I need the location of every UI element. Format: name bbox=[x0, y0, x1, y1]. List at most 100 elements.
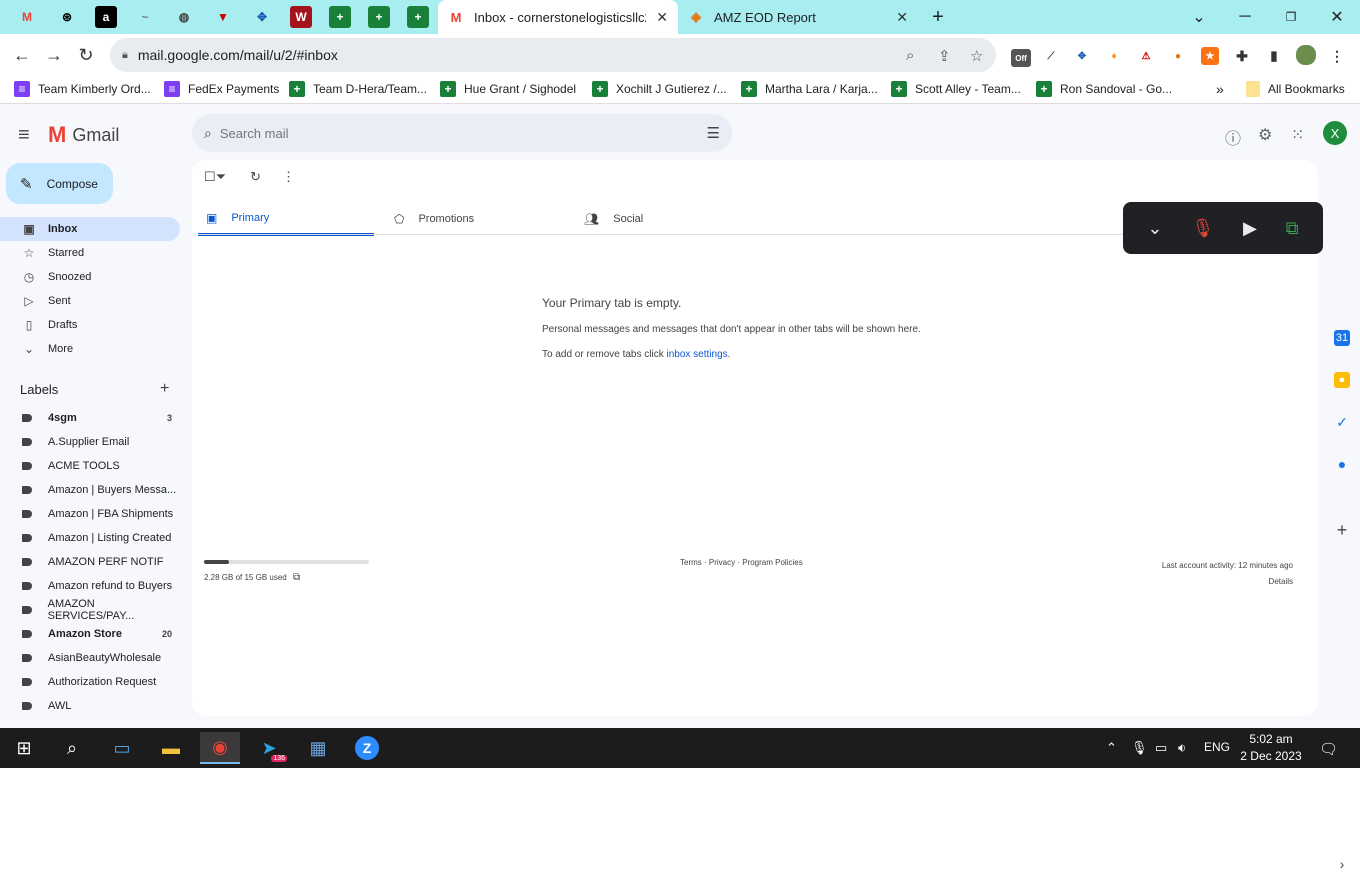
bookmark-item[interactable]: + Xochilt J Gutierez /... bbox=[592, 81, 727, 97]
extension-icon[interactable]: ⟋ bbox=[1042, 47, 1060, 65]
contacts-icon[interactable]: ● bbox=[1334, 456, 1350, 472]
pinned-tab-icon[interactable]: ✥ bbox=[251, 6, 273, 28]
label-item[interactable]: Amazon Store 20 bbox=[0, 622, 180, 646]
sidebar-item-drafts[interactable]: ▯ Drafts bbox=[0, 313, 180, 337]
label-item[interactable]: AWL bbox=[0, 694, 180, 718]
search-options-icon[interactable]: ☰ bbox=[707, 124, 720, 142]
chrome-icon[interactable]: ◉ bbox=[200, 732, 240, 764]
sheets-pinned-tab-icon[interactable]: + bbox=[329, 6, 351, 28]
bookmark-item[interactable]: + Ron Sandoval - Go... bbox=[1036, 81, 1172, 97]
add-label-button[interactable]: + bbox=[160, 380, 169, 398]
all-bookmarks-folder[interactable]: All Bookmarks bbox=[1246, 81, 1345, 97]
compose-button[interactable]: ✎ Compose bbox=[6, 163, 113, 204]
external-link-icon[interactable]: ⧉ bbox=[293, 572, 300, 583]
add-addon-icon[interactable]: + bbox=[1334, 520, 1350, 540]
sidebar-item-sent[interactable]: ▷ Sent bbox=[0, 289, 180, 313]
volume-icon[interactable]: 🔉︎ bbox=[1178, 740, 1186, 756]
label-item[interactable]: Amazon refund to Buyers bbox=[0, 574, 180, 598]
extension-icon[interactable]: ✥ bbox=[1073, 47, 1091, 65]
label-item[interactable]: Amazon | FBA Shipments bbox=[0, 502, 180, 526]
minimize-button[interactable]: ─ bbox=[1230, 6, 1260, 28]
bookmark-item[interactable]: + Hue Grant / Sighodel bbox=[440, 81, 576, 97]
profile-avatar[interactable] bbox=[1296, 45, 1316, 65]
extension-icon[interactable]: ★ bbox=[1201, 47, 1219, 65]
window-close-button[interactable]: ✕ bbox=[1322, 6, 1352, 28]
search-input[interactable] bbox=[219, 125, 680, 141]
sidebar-item-starred[interactable]: ☆ Starred bbox=[0, 241, 180, 265]
zoom-icon[interactable]: ⌕ bbox=[906, 47, 914, 64]
details-link[interactable]: Details bbox=[1162, 574, 1293, 590]
calendar-icon[interactable]: 31 bbox=[1334, 330, 1350, 346]
gmail-logo[interactable]: M Gmail bbox=[48, 122, 119, 148]
apps-grid-icon[interactable]: ⁙ bbox=[1291, 125, 1304, 145]
microphone-icon[interactable]: 🎙︎ bbox=[1131, 740, 1148, 756]
camera-icon[interactable]: ▶ bbox=[1243, 218, 1257, 239]
main-menu-icon[interactable]: ≡ bbox=[18, 124, 30, 147]
label-item[interactable]: A.Supplier Email bbox=[0, 430, 180, 454]
gmail-pinned-tab-icon[interactable]: M bbox=[16, 6, 38, 28]
tab-search-chevron-icon[interactable]: ⌄ bbox=[1184, 6, 1214, 28]
inbox-settings-link[interactable]: inbox settings bbox=[667, 349, 728, 360]
help-icon[interactable]: ⓘ bbox=[1225, 125, 1241, 149]
label-item[interactable]: Amazon | Buyers Messa... bbox=[0, 478, 180, 502]
globe-pinned-tab-icon[interactable]: ◍ bbox=[173, 6, 195, 28]
sidebar-item-inbox[interactable]: ▣ Inbox bbox=[0, 217, 180, 241]
restore-button[interactable]: ❐ bbox=[1276, 6, 1306, 28]
clock[interactable]: 5:02 am 2 Dec 2023 bbox=[1240, 731, 1302, 765]
pinned-tab-icon[interactable]: ▼ bbox=[212, 6, 234, 28]
calculator-icon[interactable]: ▦ bbox=[298, 732, 338, 764]
pinned-tab-icon[interactable]: ~ bbox=[134, 6, 156, 28]
mic-muted-icon[interactable]: 🎙︎ bbox=[1191, 218, 1214, 239]
reload-button[interactable]: ↻ bbox=[73, 42, 99, 68]
label-item[interactable]: Amazon | Listing Created bbox=[0, 526, 180, 550]
more-options-icon[interactable]: ⋮ bbox=[282, 169, 295, 185]
url-field[interactable]: 🔒︎ mail.google.com/mail/u/2/#inbox ⌕ ⇪ ☆ bbox=[110, 38, 996, 72]
extension-icon[interactable]: Off bbox=[1011, 49, 1031, 67]
search-icon[interactable]: ⌕ bbox=[52, 732, 92, 764]
sheets-pinned-tab-icon[interactable]: + bbox=[368, 6, 390, 28]
bookmark-star-icon[interactable]: ☆ bbox=[970, 47, 983, 65]
label-item[interactable]: ACME TOOLS bbox=[0, 454, 180, 478]
bookmark-item[interactable]: + Martha Lara / Karja... bbox=[741, 81, 878, 97]
extension-icon[interactable]: ● bbox=[1169, 47, 1187, 65]
tab-social[interactable]: 👥︎ Social bbox=[584, 202, 760, 236]
bookmark-item[interactable]: + Team D-Hera/Team... bbox=[289, 81, 427, 97]
more-bookmarks-chevron-icon[interactable]: » bbox=[1216, 81, 1224, 97]
share-icon[interactable]: ⇪ bbox=[938, 47, 951, 65]
notifications-icon[interactable]: 🗨︎ bbox=[1319, 740, 1338, 758]
select-all-checkbox[interactable]: ☐⏷ bbox=[204, 169, 226, 185]
tab-amz-eod-report[interactable]: ◈ AMZ EOD Report ✕ bbox=[678, 0, 918, 34]
openai-pinned-tab-icon[interactable]: ⊛ bbox=[56, 6, 78, 28]
close-icon[interactable]: ✕ bbox=[656, 9, 668, 26]
expand-panel-chevron-icon[interactable]: › bbox=[1334, 856, 1350, 872]
sheets-pinned-tab-icon[interactable]: + bbox=[407, 6, 429, 28]
privacy-link[interactable]: Privacy bbox=[709, 558, 735, 567]
extension-icon[interactable]: ♦ bbox=[1105, 47, 1123, 65]
sidebar-item-more[interactable]: ⌄ More bbox=[0, 337, 180, 361]
amazon-pinned-tab-icon[interactable]: a bbox=[95, 6, 117, 28]
account-avatar[interactable]: X bbox=[1323, 121, 1347, 145]
keep-icon[interactable]: ● bbox=[1334, 372, 1350, 388]
refresh-icon[interactable]: ↻ bbox=[250, 169, 261, 185]
label-item[interactable]: 4sgm 3 bbox=[0, 406, 180, 430]
label-item[interactable]: AsianBeautyWholesale bbox=[0, 646, 180, 670]
close-icon[interactable]: ✕ bbox=[896, 9, 908, 26]
extension-icon[interactable]: ⚠ bbox=[1137, 47, 1155, 65]
tasks-icon[interactable]: ✓ bbox=[1334, 414, 1350, 430]
puzzle-icon[interactable]: ✚ bbox=[1233, 47, 1251, 65]
terms-link[interactable]: Terms bbox=[680, 558, 702, 567]
sidebar-item-snoozed[interactable]: ◷ Snoozed bbox=[0, 265, 180, 289]
show-hidden-icons-chevron-icon[interactable]: ⌃ bbox=[1106, 740, 1117, 756]
chrome-menu-icon[interactable]: ⋮ bbox=[1328, 47, 1346, 65]
bookmark-item[interactable]: ≡ FedEx Payments bbox=[164, 81, 279, 97]
desktop-app-icon[interactable]: ▭ bbox=[102, 732, 142, 764]
file-explorer-icon[interactable]: ▬ bbox=[151, 732, 191, 764]
zoom-app-icon[interactable]: Z bbox=[347, 732, 387, 764]
open-external-icon[interactable]: ⧉ bbox=[1286, 218, 1299, 239]
program-policies-link[interactable]: Program Policies bbox=[742, 558, 802, 567]
label-item[interactable]: Authorization Request bbox=[0, 670, 180, 694]
tab-promotions[interactable]: ⬠ Promotions bbox=[394, 202, 570, 236]
language-indicator[interactable]: ENG bbox=[1204, 740, 1230, 754]
side-panel-icon[interactable]: ▮ bbox=[1265, 47, 1283, 65]
telegram-icon[interactable]: ➤ 136 bbox=[249, 732, 289, 764]
